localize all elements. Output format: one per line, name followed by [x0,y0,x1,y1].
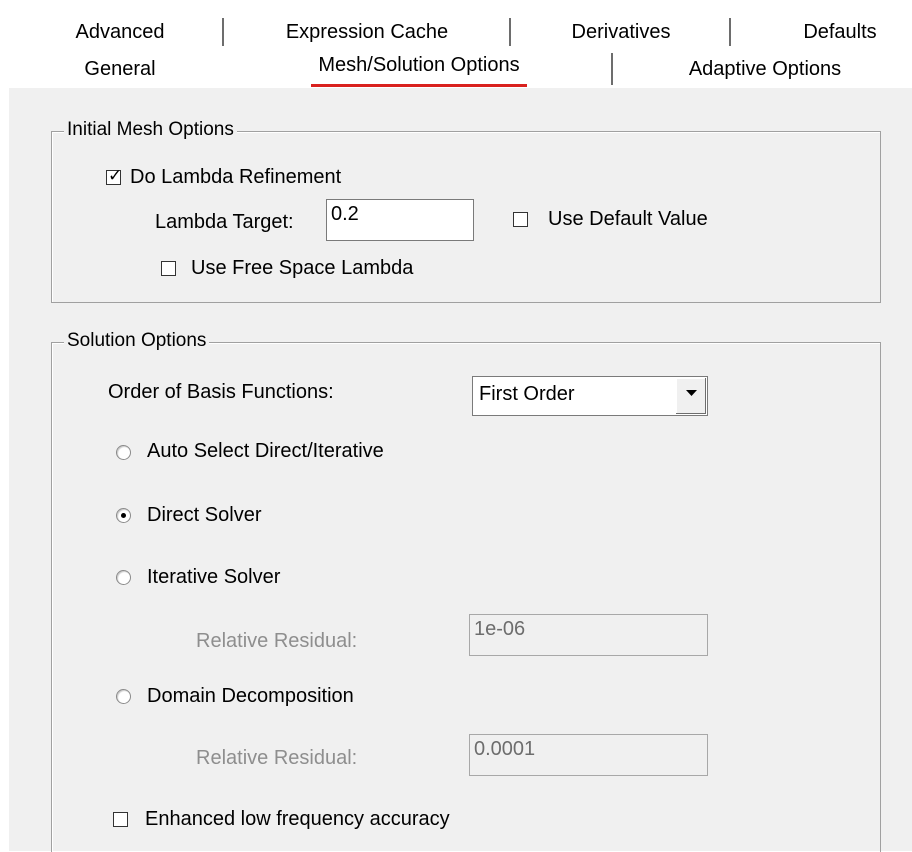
radio-selected-dot [121,513,126,518]
tab-expression-cache[interactable]: Expression Cache [226,18,508,46]
tab-separator [509,18,512,46]
active-tab-indicator [311,84,527,87]
tab-defaults-label: Defaults [803,20,877,43]
use-free-space-lambda-label[interactable]: Use Free Space Lambda [191,257,413,280]
iterative-solver-label[interactable]: Iterative Solver [147,566,280,589]
tab-adaptive-options-label: Adaptive Options [688,57,842,80]
domain-relative-residual-input[interactable]: 0.0001 [469,734,708,776]
domain-decomposition-label[interactable]: Domain Decomposition [147,685,354,708]
enhanced-low-frequency-label[interactable]: Enhanced low frequency accuracy [145,808,450,831]
tab-adaptive-options[interactable]: Adaptive Options [640,53,890,85]
initial-mesh-options-legend: Initial Mesh Options [64,119,237,141]
tab-defaults[interactable]: Defaults [770,18,910,46]
direct-solver-radio[interactable] [116,508,131,523]
tab-row-1: Advanced Expression Cache Derivatives De… [0,18,912,46]
tab-derivatives[interactable]: Derivatives [513,18,729,46]
solution-options-group [51,342,881,852]
tab-separator [611,53,614,85]
use-free-space-lambda-checkbox[interactable] [161,261,176,276]
do-lambda-refinement-checkbox[interactable]: ✓ [106,166,122,186]
use-default-value-checkbox[interactable] [513,212,528,227]
direct-solver-label[interactable]: Direct Solver [147,504,261,527]
auto-select-label[interactable]: Auto Select Direct/Iterative [147,440,384,463]
iterative-relative-residual-input[interactable]: 1e-06 [469,614,708,656]
iterative-relative-residual-label: Relative Residual: [196,630,358,652]
tab-derivatives-label: Derivatives [571,20,671,43]
tab-mesh-solution-options-label: Mesh/Solution Options [318,53,520,76]
use-default-value-label[interactable]: Use Default Value [548,208,708,231]
tab-general-label: General [84,57,156,80]
order-of-basis-select[interactable]: First Order [472,376,708,416]
tab-separator [729,18,732,46]
domain-decomposition-radio[interactable] [116,689,131,704]
tab-advanced[interactable]: Advanced [20,18,220,46]
tab-advanced-label: Advanced [75,20,165,43]
tab-row-2: General Mesh/Solution Options Adaptive O… [0,53,912,85]
tab-expression-cache-label: Expression Cache [285,20,449,43]
dropdown-button[interactable] [675,378,706,414]
do-lambda-refinement-label[interactable]: Do Lambda Refinement [130,166,341,189]
chevron-down-icon [686,390,697,396]
order-of-basis-value: First Order [479,383,575,405]
lambda-target-label: Lambda Target: [155,211,294,233]
tab-general[interactable]: General [20,53,220,85]
solution-options-legend: Solution Options [64,330,210,352]
iterative-solver-radio[interactable] [116,570,131,585]
lambda-target-input[interactable]: 0.2 [326,199,474,241]
auto-select-radio[interactable] [116,445,131,460]
tab-separator [222,18,225,46]
enhanced-low-frequency-checkbox[interactable] [113,812,128,827]
tab-mesh-solution-options[interactable]: Mesh/Solution Options [296,49,542,81]
order-of-basis-label: Order of Basis Functions: [108,381,334,403]
domain-relative-residual-label: Relative Residual: [196,747,358,769]
checkmark-icon: ✓ [108,166,123,186]
